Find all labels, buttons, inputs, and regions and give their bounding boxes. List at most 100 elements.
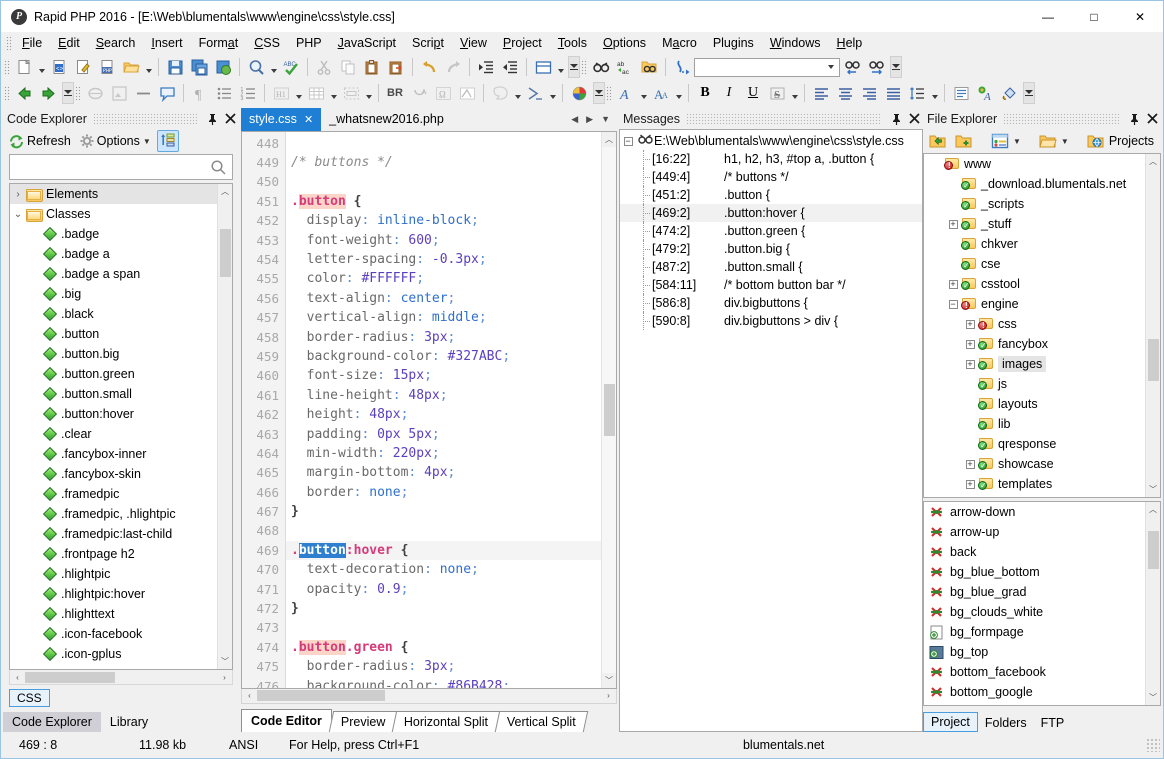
code-explorer-tree[interactable]: › Elements ⌄ Classes .badge .badge a .badge a …: [10, 184, 217, 669]
tree-expander-icon[interactable]: +: [962, 479, 978, 490]
heading-icon[interactable]: H1: [269, 82, 293, 105]
replace-icon[interactable]: ab ac: [613, 56, 637, 79]
font-dropdown-icon[interactable]: [638, 82, 649, 105]
code-line[interactable]: }: [286, 599, 601, 618]
scroll-down-icon[interactable]: ﹀: [602, 672, 616, 688]
menu-item-php[interactable]: PHP: [288, 34, 330, 52]
tree-expander-icon[interactable]: ⌄: [10, 209, 26, 220]
code-line[interactable]: font-weight: 600;: [286, 231, 601, 250]
toolbar-grip-icon[interactable]: [74, 85, 81, 101]
font-size-dropdown-icon[interactable]: [673, 82, 684, 105]
scroll-up-icon[interactable]: ︿: [1146, 502, 1160, 517]
menu-item-css[interactable]: CSS: [246, 34, 288, 52]
paragraph-icon[interactable]: ¶: [188, 82, 212, 105]
redo-icon[interactable]: [441, 56, 465, 79]
code-line[interactable]: height: 48px;: [286, 405, 601, 424]
code-explorer-item[interactable]: .badge: [10, 224, 217, 244]
message-row[interactable]: [487:2] .button.small {: [620, 258, 922, 276]
menu-item-windows[interactable]: Windows: [762, 34, 829, 52]
file-tree-item[interactable]: + _stuff: [924, 214, 1145, 234]
code-explorer-item[interactable]: .hlighttext: [10, 604, 217, 624]
file-tree-vertical-scrollbar[interactable]: ︿ ﹀: [1145, 154, 1160, 497]
message-row[interactable]: [469:2] .button:hover {: [620, 204, 922, 222]
scroll-right-icon[interactable]: ›: [601, 691, 616, 700]
message-row[interactable]: [449:4] /* buttons */: [620, 168, 922, 186]
spellcheck-icon[interactable]: ABC: [279, 56, 303, 79]
scroll-track[interactable]: [602, 436, 616, 673]
tag-icon[interactable]: [488, 82, 512, 105]
file-explorer-tab[interactable]: Project: [923, 712, 978, 732]
open-folder-dropdown-icon[interactable]: [143, 56, 154, 79]
code-explorer-item[interactable]: .badge a span: [10, 264, 217, 284]
toolbar-grip-icon[interactable]: [580, 59, 587, 75]
code-line[interactable]: line-height: 48px;: [286, 386, 601, 405]
tree-expander-icon[interactable]: +: [945, 279, 961, 290]
br-icon[interactable]: BR: [383, 82, 407, 105]
toolbar-grip-icon[interactable]: [3, 85, 10, 101]
file-tree-item[interactable]: _scripts: [924, 194, 1145, 214]
editor-horizontal-scrollbar[interactable]: ‹ ›: [241, 688, 617, 705]
projects-button[interactable]: Projects: [1084, 131, 1157, 151]
tab-scroll-left-icon[interactable]: ◀: [568, 114, 581, 125]
code-explorer-item[interactable]: .framedpic, .hlightpic: [10, 504, 217, 524]
refresh-button[interactable]: Refresh: [6, 132, 74, 151]
file-list-item[interactable]: bg_formpage: [924, 622, 1145, 642]
code-explorer-item[interactable]: .fancybox-skin: [10, 464, 217, 484]
code-line[interactable]: background-color: #86B428;: [286, 677, 601, 688]
strikethrough-dropdown-icon[interactable]: [789, 82, 800, 105]
outdent-icon[interactable]: [498, 56, 522, 79]
menu-item-format[interactable]: Format: [191, 34, 247, 52]
toolbar-grip-icon[interactable]: [605, 85, 612, 101]
file-list[interactable]: arrow-down arrow-up back bg_blue_bottom bg_b…: [924, 502, 1145, 705]
open-project-button[interactable]: [926, 131, 950, 151]
code-explorer-item[interactable]: .button:hover: [10, 404, 217, 424]
scroll-track[interactable]: [1146, 381, 1160, 482]
panel-drag-handle[interactable]: [92, 113, 197, 124]
file-list-vertical-scrollbar[interactable]: ︿ ﹀: [1145, 502, 1160, 705]
new-html-icon[interactable]: <>: [47, 56, 71, 79]
code-explorer-item[interactable]: .big: [10, 284, 217, 304]
scroll-left-icon[interactable]: ‹: [10, 673, 25, 682]
editor-vertical-scrollbar[interactable]: ︿ ﹀: [601, 131, 616, 688]
scroll-down-icon[interactable]: ﹀: [1146, 482, 1160, 497]
code-explorer-item[interactable]: .icon-gplus: [10, 644, 217, 664]
code-line[interactable]: letter-spacing: -0.3px;: [286, 250, 601, 269]
code-line[interactable]: color: #FFFFFF;: [286, 269, 601, 288]
code-line[interactable]: vertical-align: middle;: [286, 308, 601, 327]
code-line[interactable]: .button:hover {: [286, 540, 601, 561]
code-explorer-item[interactable]: .button.small: [10, 384, 217, 404]
code-explorer-item[interactable]: .icon-facebook: [10, 624, 217, 644]
tree-expander-icon[interactable]: ›: [10, 189, 26, 200]
quick-find-input[interactable]: [694, 57, 840, 77]
heading-dropdown-icon[interactable]: [293, 82, 304, 105]
bold-icon[interactable]: B: [693, 82, 717, 105]
code-explorer-item[interactable]: .button.big: [10, 344, 217, 364]
file-tree[interactable]: www _download.blumentals.net _scripts + _stu…: [924, 154, 1145, 497]
menu-item-help[interactable]: Help: [829, 34, 871, 52]
bullet-list-icon[interactable]: [212, 82, 236, 105]
file-tree-item[interactable]: + css: [924, 314, 1145, 334]
file-tree-item[interactable]: layouts: [924, 394, 1145, 414]
tree-expander-icon[interactable]: −: [945, 299, 961, 310]
file-explorer-tab[interactable]: FTP: [1034, 714, 1072, 732]
scroll-down-icon[interactable]: ﹀: [1146, 690, 1160, 705]
menu-item-javascript[interactable]: JavaScript: [330, 34, 404, 52]
code-line[interactable]: padding: 0px 5px;: [286, 425, 601, 444]
new-template-icon[interactable]: [71, 56, 95, 79]
menu-item-script[interactable]: Script: [404, 34, 452, 52]
folder-filter-button[interactable]: ▼: [1036, 131, 1072, 151]
code-line[interactable]: background-color: #327ABC;: [286, 347, 601, 366]
preview-dropdown-icon[interactable]: [268, 56, 279, 79]
open-folder-icon[interactable]: [119, 56, 143, 79]
menu-item-project[interactable]: Project: [495, 34, 550, 52]
code-line[interactable]: margin-bottom: 4px;: [286, 463, 601, 482]
css-text-icon[interactable]: A: [973, 82, 997, 105]
file-list-item[interactable]: bg_blue_bottom: [924, 562, 1145, 582]
message-row[interactable]: [451:2] .button {: [620, 186, 922, 204]
scroll-track[interactable]: [602, 147, 616, 384]
tab-scroll-right-icon[interactable]: ▶: [583, 114, 596, 125]
forward-icon[interactable]: [36, 82, 60, 105]
find-next-icon[interactable]: [864, 56, 888, 79]
line-spacing-dropdown-icon[interactable]: [929, 82, 940, 105]
toolbar-overflow-chevron-icon[interactable]: [568, 56, 580, 78]
